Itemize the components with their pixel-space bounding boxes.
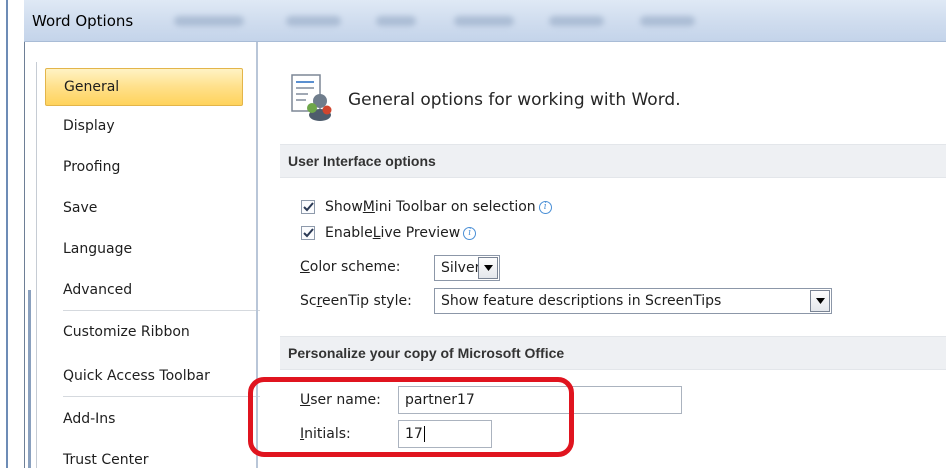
screentip-style-value: Show feature descriptions in ScreenTips [441,293,722,309]
access-key: L [372,225,381,241]
nav-item-language[interactable]: Language [45,231,243,267]
general-header: General options for working with Word. [348,90,681,110]
nav-item-label: Proofing [63,159,121,175]
nav-item-proofing[interactable]: Proofing [45,149,243,185]
option-label-part: olor scheme: [309,259,401,275]
option-enable-live-preview[interactable]: Enable Live Preview i [301,222,477,244]
option-label-part: eenTip style: [322,293,412,309]
option-show-mini-toolbar[interactable]: Show Mini Toolbar on selection i [301,196,552,218]
nav-item-save[interactable]: Save [45,190,243,226]
nav-item-display[interactable]: Display [45,108,243,144]
nav-item-general[interactable]: General [45,68,243,106]
blurred-ribbon-tab [286,16,341,26]
info-icon[interactable]: i [538,200,552,214]
section-personalize: Personalize your copy of Microsoft Offic… [280,336,946,370]
window-title: Word Options [32,12,134,30]
color-scheme-value: Silver [441,260,481,276]
nav-item-label: Display [63,118,115,134]
nav-separator [63,396,263,397]
red-highlight-annotation [248,377,574,457]
nav-item-customize-ribbon[interactable]: Customize Ribbon [45,314,243,350]
option-label-part: Enable [325,225,373,241]
nav-item-label: Language [63,241,133,257]
screentip-style-select[interactable]: Show feature descriptions in ScreenTips [434,288,832,314]
nav-separator [63,310,263,311]
blurred-ribbon-tab [174,16,244,26]
screen-edge [0,0,8,468]
nav-item-label: Save [63,200,98,216]
nav-item-label: Add-Ins [63,411,116,427]
option-label-part: Show [325,199,363,215]
chevron-down-icon[interactable] [810,290,830,312]
nav-item-trust-center[interactable]: Trust Center [45,442,243,468]
nav-item-label: Customize Ribbon [63,324,190,340]
nav-item-label: Trust Center [63,452,149,468]
checkmark-icon [302,228,314,238]
chevron-down-icon[interactable] [478,257,498,279]
blurred-ribbon-tab [454,16,514,26]
mini-toolbar-checkbox[interactable] [301,200,315,214]
color-scheme-label: Color scheme: [300,259,400,275]
blurred-ribbon-tab [376,16,416,26]
nav-item-label: Advanced [63,282,133,298]
color-scheme-select[interactable]: Silver [434,255,500,281]
nav-item-label: General [64,79,120,95]
nav-item-advanced[interactable]: Advanced [45,272,243,308]
blurred-ribbon-tab [640,16,695,26]
section-ui-options: User Interface options [280,144,946,178]
nav-item-label: Quick Access Toolbar [63,368,210,384]
option-label-part: Sc [300,293,317,309]
live-preview-checkbox[interactable] [301,226,315,240]
nav-item-quick-access-toolbar[interactable]: Quick Access Toolbar [45,358,243,394]
option-label-part: ini Toolbar on selection [374,199,536,215]
access-key: M [362,199,375,215]
options-nav: General Display Proofing Save Language A… [36,62,263,468]
general-options-icon [291,74,332,121]
nav-item-add-ins[interactable]: Add-Ins [45,401,243,437]
blurred-ribbon-tab [549,16,604,26]
title-bar: Word Options [24,0,946,42]
option-label-part: ive Preview [380,225,461,241]
screentip-style-label: ScreenTip style: [300,293,412,309]
window-edge-strip [28,290,31,468]
info-icon[interactable]: i [463,226,477,240]
access-key: C [300,259,310,275]
checkmark-icon [302,202,314,212]
